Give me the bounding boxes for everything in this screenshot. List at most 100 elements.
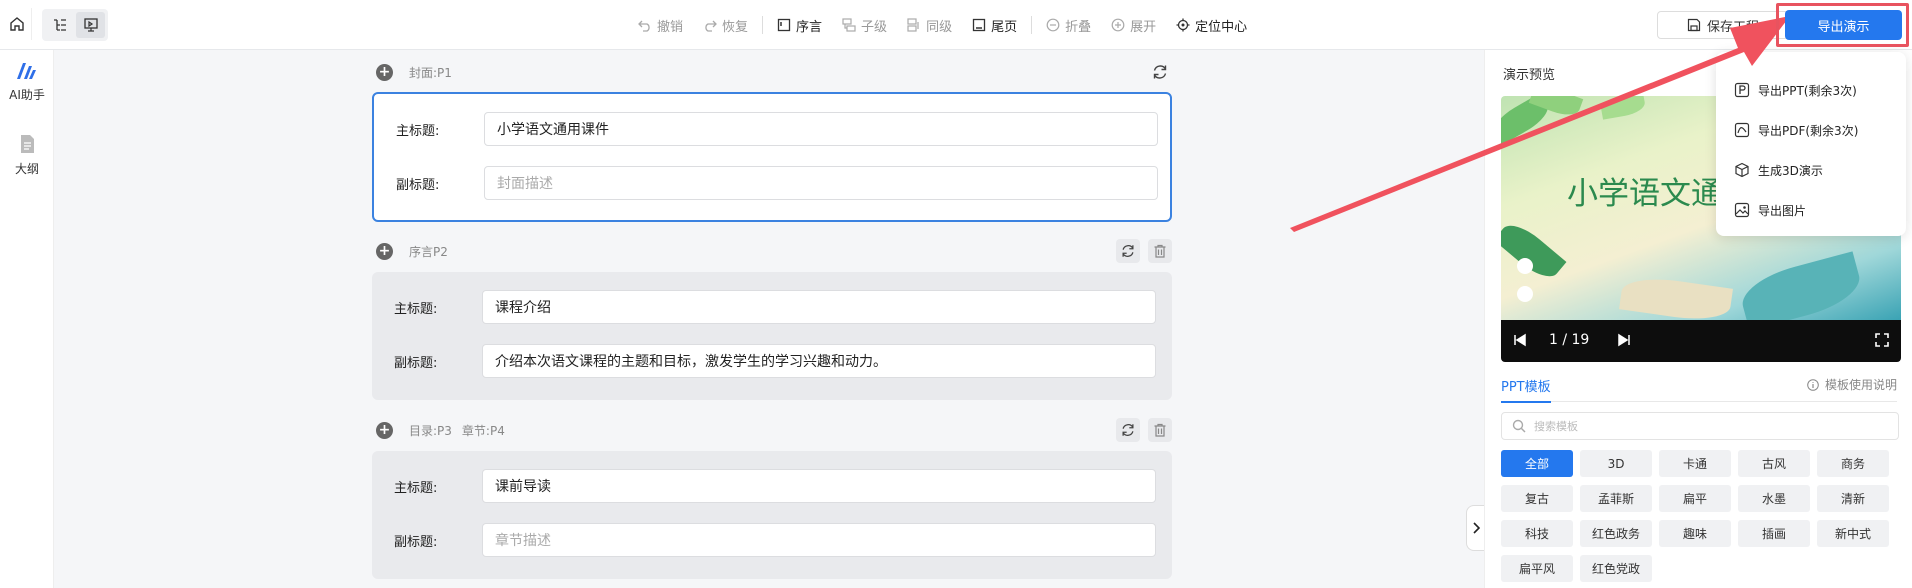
panel-collapse-handle[interactable] [1466,505,1484,551]
main-title-label: 主标题: [394,301,438,317]
last-page-label: 尾页 [991,19,1018,35]
book-decoration [1619,273,1733,325]
child-level-button[interactable]: 子级 [832,16,897,35]
main-title-input[interactable]: 课程介绍 [482,290,1156,324]
undo-icon [638,20,650,32]
template-tag[interactable]: 插画 [1738,520,1810,547]
template-tag[interactable]: 孟菲斯 [1580,485,1652,512]
template-tag[interactable]: 古风 [1738,450,1810,477]
template-tag[interactable]: 趣味 [1659,520,1731,547]
nav-ai-label: AI助手 [9,88,45,102]
refresh-icon [1122,424,1134,436]
expand-button[interactable]: 展开 [1101,16,1166,35]
ai-logo-icon [17,63,36,79]
add-section-button[interactable]: + [376,421,393,439]
undo-button[interactable]: 撤销 [628,16,693,35]
export-presentation-button[interactable]: 导出演示 [1785,10,1902,40]
section-label: 序言P2 [409,244,448,259]
add-section-button[interactable]: + [376,242,393,260]
main-title-input[interactable]: 课前导读 [482,469,1156,503]
template-tag[interactable]: 复古 [1501,485,1573,512]
plus-icon: + [378,243,391,259]
template-tag[interactable]: 扁平 [1659,485,1731,512]
outline-view-button[interactable] [45,12,74,38]
undo-label: 撤销 [657,19,684,35]
regenerate-button[interactable] [1116,239,1140,263]
tab-ppt-templates[interactable]: PPT模板 [1501,376,1551,403]
export-image-item[interactable]: 导出图片 [1716,190,1906,230]
expand-label: 展开 [1130,19,1157,35]
slide-card-cover[interactable]: 主标题: 小学语文通用课件 副标题: 封面描述 [372,92,1172,222]
slide-title-text: 小学语文通 [1567,176,1722,212]
locate-center-button[interactable]: 定位中心 [1166,16,1257,35]
export-image-label: 导出图片 [1758,203,1807,218]
export-pdf-item[interactable]: 导出PDF(剩余3次) [1716,110,1906,150]
main-title-input[interactable]: 小学语文通用课件 [484,112,1158,146]
save-project-button[interactable]: 保存工程 [1657,11,1789,39]
presentation-view-button[interactable] [76,12,105,38]
section-header-cover: + 封面:P1 [376,59,1172,85]
generate-3d-item[interactable]: 生成3D演示 [1716,150,1906,190]
add-section-button[interactable]: + [376,63,393,81]
template-tag[interactable]: 卡通 [1659,450,1731,477]
view-toggle [42,9,108,41]
section-label: 章节:P4 [461,423,505,438]
preface-button[interactable]: 序言 [767,16,832,35]
preface-label: 序言 [796,19,823,35]
export-dropdown: 导出PPT(剩余3次) 导出PDF(剩余3次) 生成3D演示 导出图片 [1716,52,1906,236]
slide-counter: 1 / 19 [1549,332,1590,348]
collapse-icon [1046,18,1060,32]
template-tag[interactable]: 清新 [1817,485,1889,512]
collapse-button[interactable]: 折叠 [1036,16,1101,35]
export-ppt-item[interactable]: 导出PPT(剩余3次) [1716,70,1906,110]
template-tag[interactable]: 3D [1580,450,1652,477]
template-search-input[interactable]: 搜索模板 [1501,412,1899,440]
cube-icon [1735,162,1749,178]
export-ppt-label: 导出PPT(剩余3次) [1758,83,1857,98]
save-project-label: 保存工程 [1706,19,1759,35]
last-page-button[interactable]: 尾页 [962,16,1027,35]
slide-card-chapter[interactable]: 主标题: 课前导读 副标题: 章节描述 [372,451,1172,579]
delete-button[interactable] [1148,418,1172,442]
skip-forward-icon [1618,333,1630,347]
refresh-icon [1153,65,1167,79]
template-tag[interactable]: 红色党政 [1580,555,1652,582]
template-tag[interactable]: 红色政务 [1580,520,1652,547]
template-tag[interactable]: 水墨 [1738,485,1810,512]
first-slide-button[interactable] [1513,333,1527,351]
plus-icon: + [378,422,391,438]
subtitle-input[interactable]: 介绍本次语文课程的主题和目标，激发学生的学习兴趣和动力。 [482,344,1156,378]
presentation-icon [83,18,98,32]
subtitle-label: 副标题: [394,534,438,550]
sibling-level-button[interactable]: 同级 [897,16,962,35]
template-tag[interactable]: 全部 [1501,450,1573,477]
delete-button[interactable] [1148,239,1172,263]
nav-ai-assistant[interactable]: AI助手 [0,62,54,103]
search-icon [1512,419,1526,433]
pdf-icon [1734,122,1750,138]
template-tag[interactable]: 扁平风 [1501,555,1573,582]
subtitle-input[interactable]: 封面描述 [484,166,1158,200]
redo-button[interactable]: 恢复 [693,16,758,35]
slide-card-preface[interactable]: 主标题: 课程介绍 副标题: 介绍本次语文课程的主题和目标，激发学生的学习兴趣和… [372,272,1172,400]
main-title-row: 主标题: 课程介绍 [394,290,1156,324]
preview-controls: 1 / 19 [1501,320,1901,362]
template-help-link[interactable]: 模板使用说明 [1807,376,1897,393]
export-pdf-label: 导出PDF(剩余3次) [1758,123,1859,138]
document-icon [21,135,34,153]
sibling-level-label: 同级 [926,19,953,35]
home-button[interactable] [2,8,32,40]
toolbar-divider [762,16,764,34]
nav-outline[interactable]: 大纲 [0,134,54,177]
subtitle-input[interactable]: 章节描述 [482,523,1156,557]
template-tag[interactable]: 科技 [1501,520,1573,547]
regenerate-button[interactable] [1116,418,1140,442]
fullscreen-button[interactable] [1875,333,1889,351]
next-slide-button[interactable] [1617,333,1631,351]
regenerate-button[interactable] [1148,60,1172,84]
last-page-icon [972,18,986,32]
refresh-icon [1122,245,1134,257]
main-title-label: 主标题: [394,480,438,496]
template-tag[interactable]: 新中式 [1817,520,1889,547]
template-tag[interactable]: 商务 [1817,450,1889,477]
